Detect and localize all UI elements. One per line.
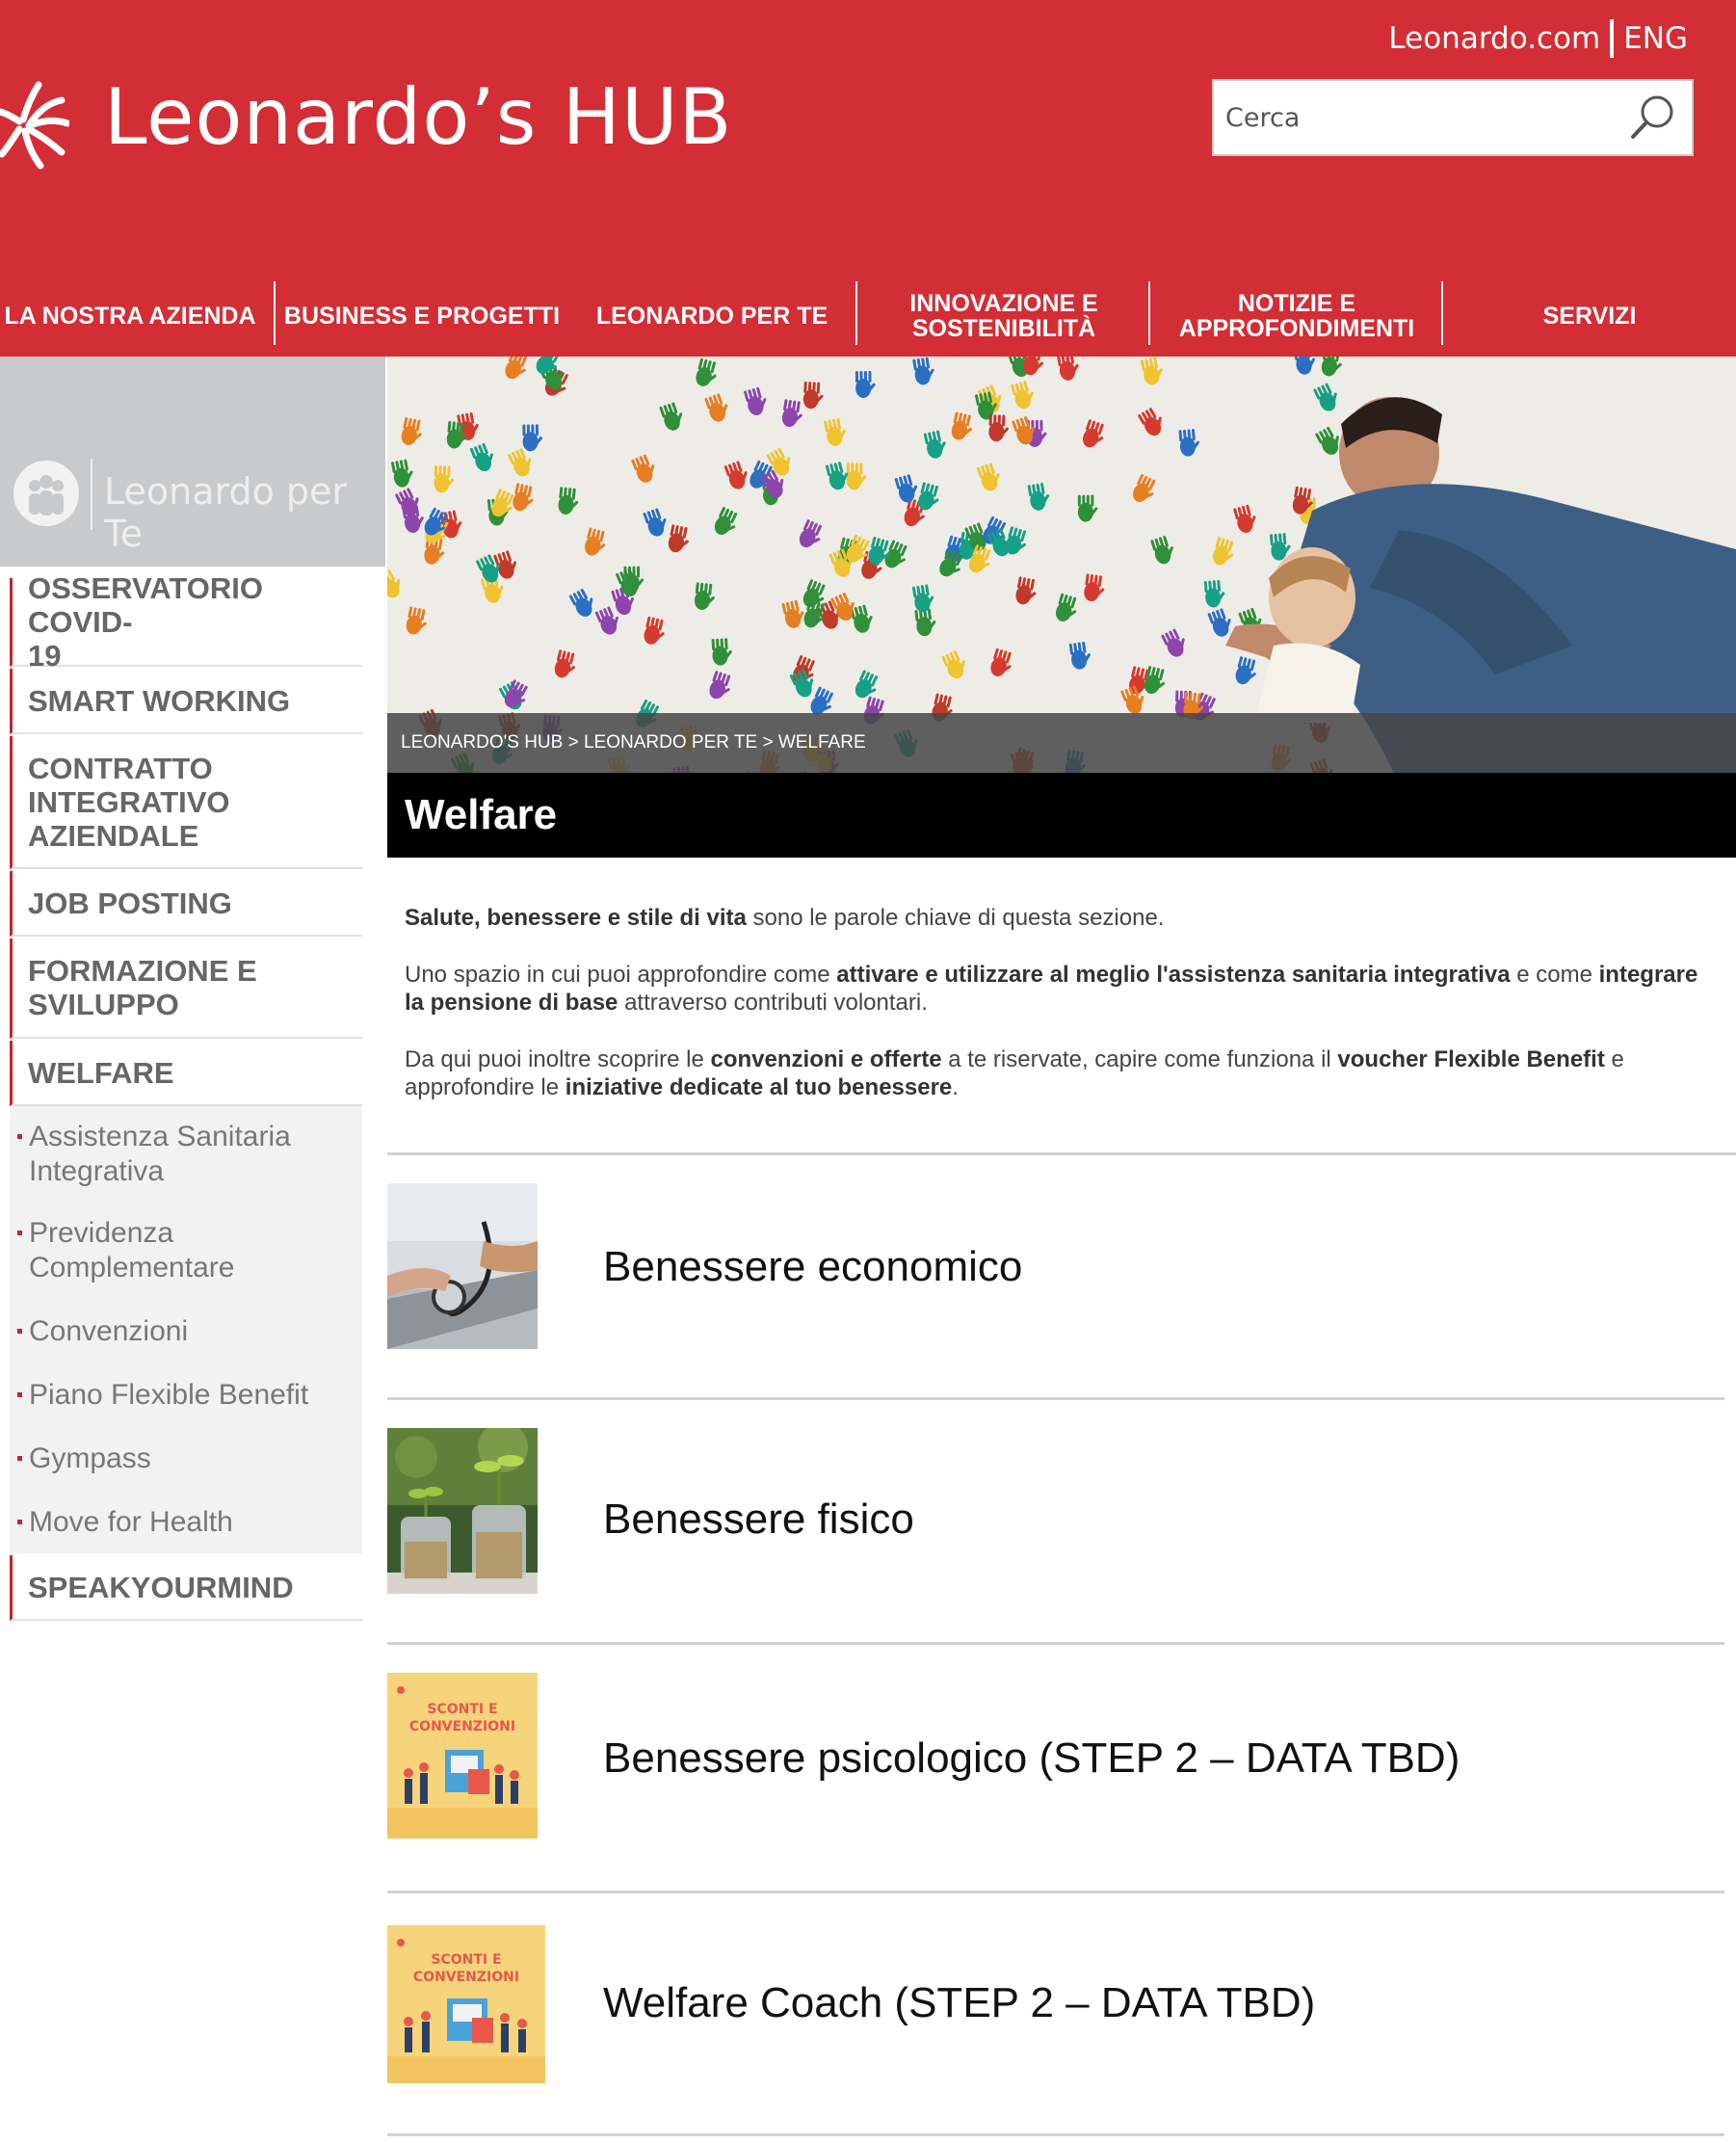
nav-divider: [274, 281, 276, 345]
sidebar-item-smart-working[interactable]: SMART WORKING: [10, 669, 362, 734]
sidebar-section-title: Leonardo per Te: [104, 470, 348, 555]
site-title[interactable]: Leonardo’s HUB: [104, 79, 732, 156]
card-image-stethoscope[interactable]: [387, 1183, 538, 1349]
search-box: [1212, 79, 1694, 156]
card-image-caption: CONVENZIONI: [409, 1719, 515, 1734]
sidebar-header-divider: [91, 459, 92, 530]
card-image-caption: SCONTI E: [427, 1702, 497, 1717]
nav-item-innovazione-e-sostenibilita[interactable]: INNOVAZIONE E SOSTENIBILITÀ: [859, 278, 1148, 355]
sidebar-item-speakyourmind[interactable]: SPEAKYOURMIND: [10, 1555, 362, 1621]
bullet-icon: [17, 1329, 22, 1334]
submenu-item-gympass[interactable]: Gympass: [17, 1442, 347, 1476]
breadcrumb[interactable]: LEONARDO'S HUB > LEONARDO PER TE > WELFA…: [387, 713, 1736, 773]
submenu-item-previdenza-complementare[interactable]: Previdenza Complementare: [17, 1216, 347, 1285]
intro-text: Salute, benessere e stile di vita sono l…: [405, 904, 1715, 1130]
sidebar-item-welfare[interactable]: WELFARE: [10, 1041, 362, 1106]
leonardo-com-link[interactable]: Leonardo.com: [1388, 21, 1600, 56]
intro-paragraph-3: Da qui puoi inoltre scoprire le convenzi…: [405, 1046, 1624, 1100]
main-nav: LA NOSTRA AZIENDA BUSINESS E PROGETTI LE…: [0, 278, 1736, 355]
card-image-sconti-convenzioni[interactable]: SCONTI E CONVENZIONI: [387, 1925, 545, 2083]
top-links: Leonardo.com ENG: [1388, 19, 1688, 58]
divider: [387, 1397, 1724, 1400]
card-title-benessere-fisico[interactable]: Benessere fisico: [603, 1495, 914, 1544]
divider: [387, 1152, 1736, 1155]
nav-item-leonardo-per-te[interactable]: LEONARDO PER TE: [582, 278, 842, 355]
sidebar-header: Leonardo per Te: [0, 357, 385, 567]
search-icon[interactable]: [1628, 93, 1678, 143]
nav-divider: [855, 281, 857, 345]
card-image-coin-jars[interactable]: [387, 1428, 538, 1594]
intro-paragraph-1: Salute, benessere e stile di vita sono l…: [405, 905, 1165, 931]
language-link[interactable]: ENG: [1623, 21, 1688, 56]
card-title-welfare-coach[interactable]: Welfare Coach (STEP 2 – DATA TBD): [603, 1979, 1315, 2027]
divider: [387, 2133, 1724, 2136]
nav-item-business-e-progetti[interactable]: BUSINESS E PROGETTI: [277, 278, 566, 355]
nav-divider: [1441, 281, 1443, 345]
card-image-caption: SCONTI E: [431, 1952, 501, 1968]
bullet-icon: [17, 1392, 22, 1397]
bullet-icon: [17, 1456, 22, 1461]
nav-item-servizi[interactable]: SERVIZI: [1445, 278, 1734, 355]
submenu-item-move-for-health[interactable]: Move for Health: [17, 1505, 347, 1540]
nav-divider: [1148, 281, 1150, 345]
sidebar-item-job-posting[interactable]: JOB POSTING: [10, 871, 362, 937]
people-icon: [13, 461, 79, 526]
nav-item-la-nostra-azienda[interactable]: LA NOSTRA AZIENDA: [0, 278, 260, 355]
sidebar-item-contratto-integrativo-aziendale[interactable]: CONTRATTO INTEGRATIVO AZIENDALE: [10, 736, 362, 869]
card-image-caption: CONVENZIONI: [413, 1970, 519, 1985]
search-input[interactable]: [1214, 81, 1618, 154]
header: Leonardo’s HUB Leonardo.com ENG LA NOSTR…: [0, 0, 1736, 357]
bullet-icon: [17, 1520, 22, 1524]
bullet-icon: [17, 1230, 22, 1235]
divider: [387, 1891, 1724, 1893]
submenu-item-assistenza-sanitaria[interactable]: Assistenza Sanitaria Integrativa: [17, 1120, 347, 1189]
card-title-benessere-economico[interactable]: Benessere economico: [603, 1243, 1022, 1291]
divider: [387, 1642, 1724, 1645]
sidebar-item-formazione-e-sviluppo[interactable]: FORMAZIONE E SVILUPPO: [10, 939, 362, 1039]
intro-paragraph-2: Uno spazio in cui puoi approfondire come…: [405, 962, 1698, 1016]
page-title: Welfare: [387, 773, 1736, 858]
nav-item-notizie-e-approfondimenti[interactable]: NOTIZIE E APPROFONDIMENTI: [1152, 278, 1441, 355]
card-image-sconti-convenzioni[interactable]: SCONTI E CONVENZIONI: [387, 1673, 538, 1839]
leonardo-logo-icon[interactable]: [0, 75, 69, 175]
top-links-divider: [1610, 19, 1615, 58]
card-title-benessere-psicologico[interactable]: Benessere psicologico (STEP 2 – DATA TBD…: [603, 1734, 1460, 1783]
sidebar-item-osservatorio-covid-19[interactable]: OSSERVATORIO COVID- 19: [10, 571, 362, 673]
submenu-item-convenzioni[interactable]: Convenzioni: [17, 1314, 347, 1349]
bullet-icon: [17, 1134, 22, 1139]
submenu-item-piano-flexible-benefit[interactable]: Piano Flexible Benefit: [17, 1378, 347, 1413]
